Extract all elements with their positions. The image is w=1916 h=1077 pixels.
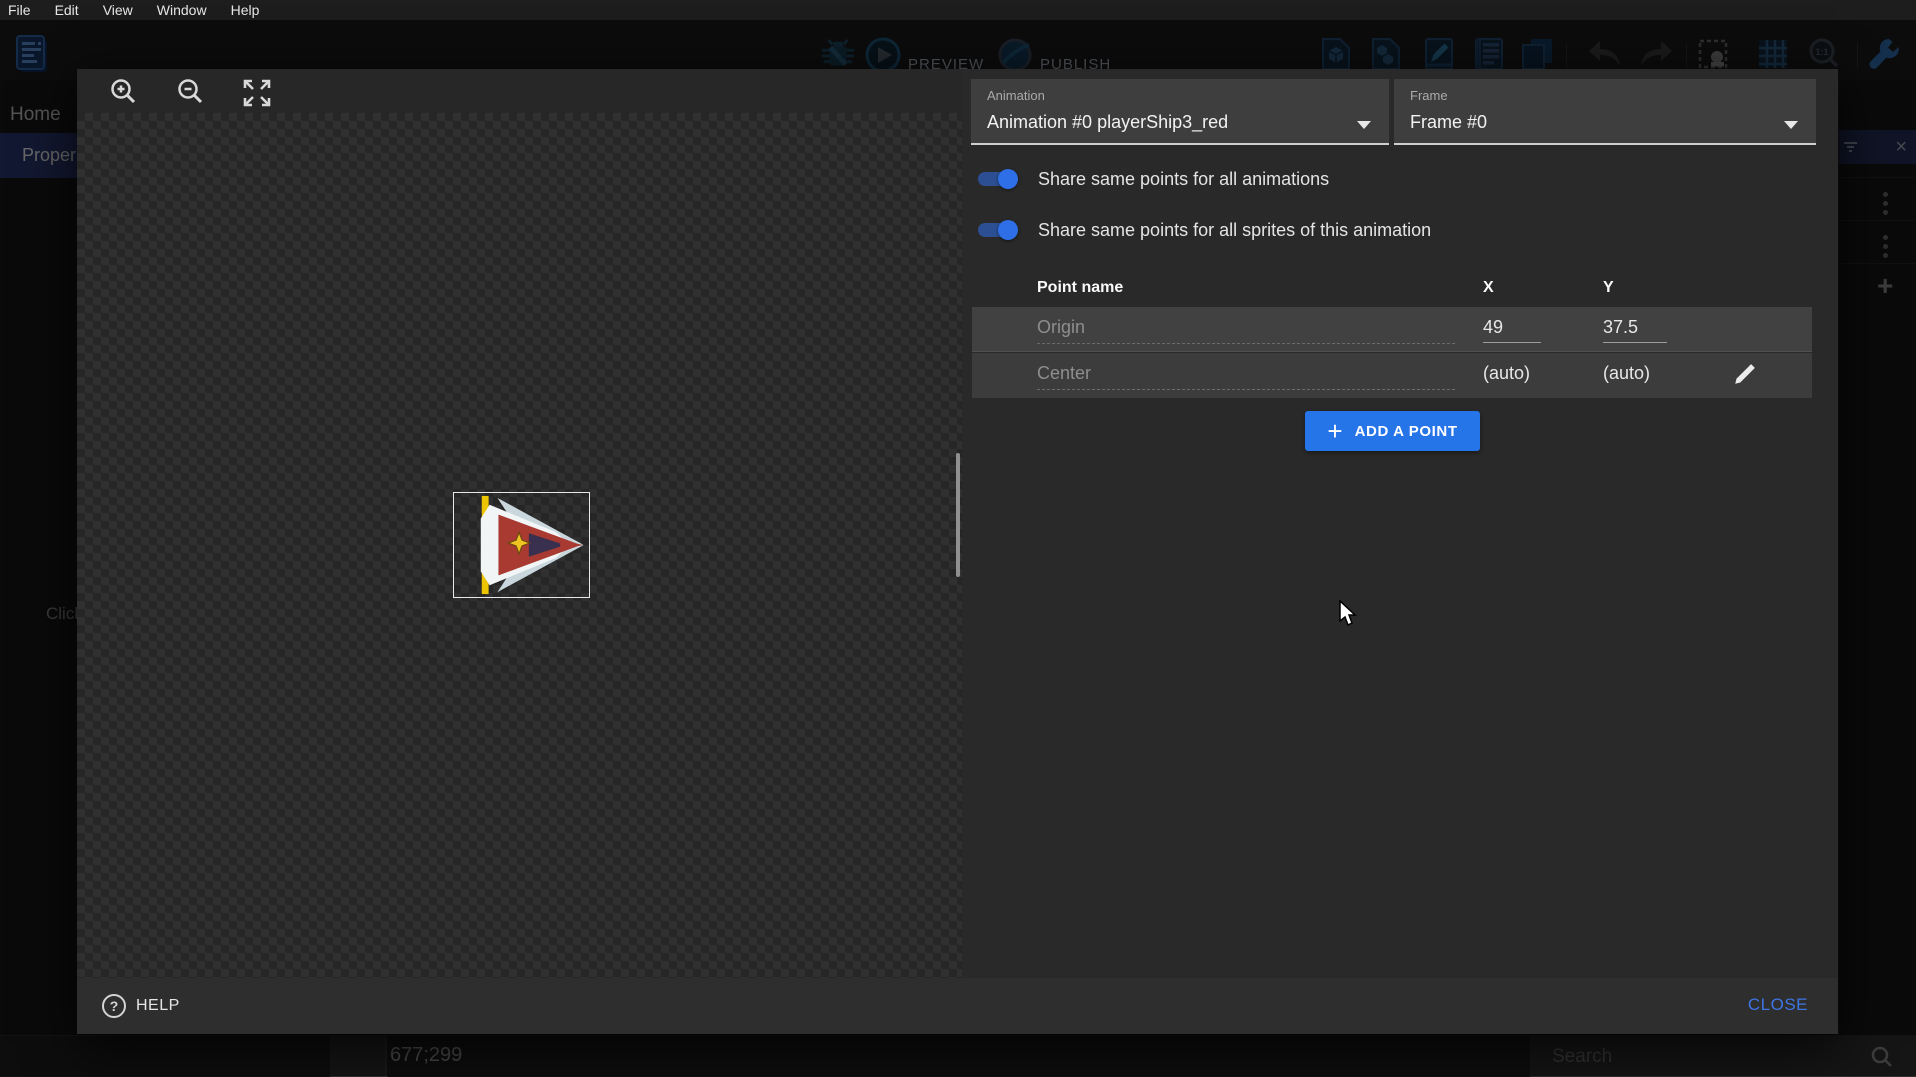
menu-edit[interactable]: Edit (55, 2, 79, 18)
column-x: X (1483, 279, 1494, 297)
edit-pencil-icon[interactable] (1732, 361, 1760, 389)
animation-select[interactable]: Animation Animation #0 playerShip3_red (971, 79, 1389, 145)
menu-view[interactable]: View (103, 2, 133, 18)
dialog-footer: ? HELP CLOSE (77, 978, 1838, 1034)
column-y: Y (1603, 279, 1614, 297)
points-panel: Animation Animation #0 playerShip3_red F… (962, 69, 1838, 978)
point-y-field[interactable]: 37.5 (1603, 317, 1667, 343)
help-question-icon: ? (101, 993, 127, 1019)
sprite-bounding-box[interactable] (453, 492, 590, 598)
point-x-field[interactable]: 49 (1483, 317, 1541, 343)
points-table-header: Point name X Y (972, 271, 1812, 305)
point-row-center: Center (auto) (auto) (972, 353, 1812, 398)
point-y-field[interactable]: (auto) (1603, 363, 1667, 384)
plus-icon: + (1327, 420, 1342, 442)
add-point-button[interactable]: + ADD A POINT (1305, 411, 1480, 451)
canvas-scrollbar[interactable] (956, 453, 960, 577)
fit-to-screen-icon[interactable] (240, 76, 274, 110)
svg-text:?: ? (110, 998, 119, 1014)
toggle-label: Share same points for all animations (1038, 169, 1329, 190)
points-editor-canvas[interactable] (77, 69, 962, 978)
edit-points-dialog: Animation Animation #0 playerShip3_red F… (77, 69, 1838, 1034)
frame-select-value: Frame #0 (1410, 112, 1487, 133)
menu-help[interactable]: Help (231, 2, 260, 18)
close-button[interactable]: CLOSE (1748, 995, 1808, 1015)
menu-window[interactable]: Window (157, 2, 207, 18)
animation-select-label: Animation (987, 88, 1045, 103)
point-name-field[interactable]: Origin (1037, 317, 1455, 344)
menu-file[interactable]: File (8, 2, 31, 18)
share-points-animations-row: Share same points for all animations (978, 162, 1329, 196)
point-x-field[interactable]: (auto) (1483, 363, 1541, 384)
point-name-field[interactable]: Center (1037, 363, 1455, 390)
point-row-origin: Origin 49 37.5 (972, 307, 1812, 352)
zoom-out-icon[interactable] (174, 76, 208, 110)
help-button[interactable]: ? HELP (101, 993, 180, 1019)
zoom-in-icon[interactable] (107, 76, 141, 110)
share-points-sprites-toggle[interactable] (978, 219, 1018, 241)
chevron-down-icon (1357, 121, 1371, 129)
player-ship-sprite[interactable] (454, 493, 589, 597)
share-points-sprites-row: Share same points for all sprites of thi… (978, 213, 1431, 247)
menu-bar: File Edit View Window Help (0, 0, 1916, 20)
chevron-down-icon (1784, 121, 1798, 129)
canvas-toolbar (77, 69, 962, 113)
toggle-label: Share same points for all sprites of thi… (1038, 220, 1431, 241)
frame-select-label: Frame (1410, 88, 1448, 103)
column-point-name: Point name (1037, 279, 1123, 297)
share-points-animations-toggle[interactable] (978, 168, 1018, 190)
help-label: HELP (136, 997, 180, 1015)
frame-select[interactable]: Frame Frame #0 (1394, 79, 1816, 145)
animation-select-value: Animation #0 playerShip3_red (987, 112, 1228, 133)
add-point-label: ADD A POINT (1355, 423, 1458, 440)
